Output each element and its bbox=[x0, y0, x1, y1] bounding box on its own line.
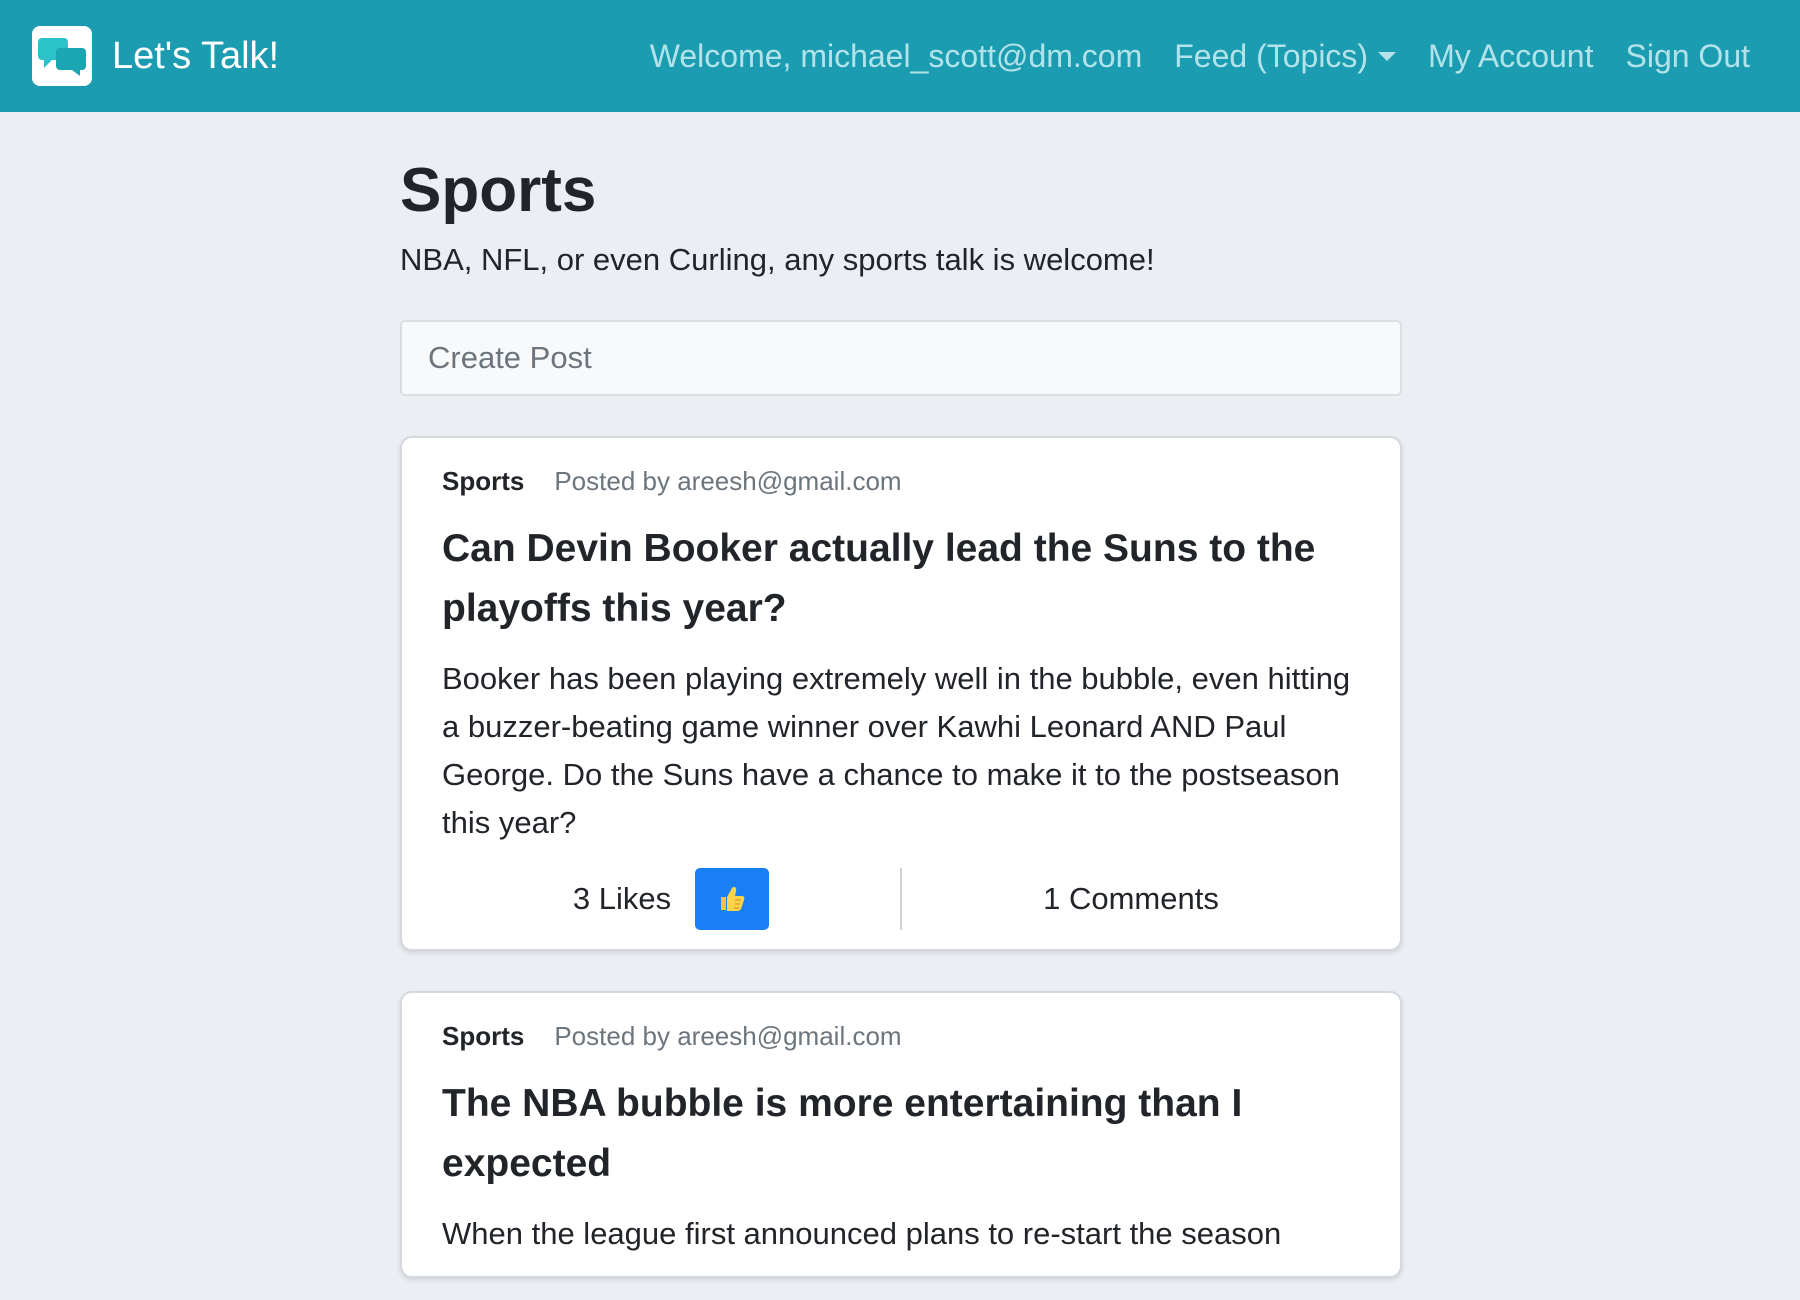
post-card[interactable]: Sports Posted by areesh@gmail.com Can De… bbox=[400, 436, 1402, 952]
create-post-input[interactable]: Create Post bbox=[400, 320, 1402, 397]
post-topic[interactable]: Sports bbox=[442, 466, 524, 497]
nav-links: Welcome, michael_scott@dm.com Feed (Topi… bbox=[650, 0, 1750, 112]
my-account-link[interactable]: My Account bbox=[1428, 38, 1593, 75]
post-topic[interactable]: Sports bbox=[442, 1021, 524, 1052]
post-meta: Sports Posted by areesh@gmail.com bbox=[442, 466, 1360, 497]
brand[interactable]: Let's Talk! bbox=[32, 26, 279, 86]
navbar: Let's Talk! Welcome, michael_scott@dm.co… bbox=[0, 0, 1800, 112]
post-title[interactable]: The NBA bubble is more entertaining than… bbox=[442, 1074, 1360, 1194]
main-content: Sports NBA, NFL, or even Curling, any sp… bbox=[400, 112, 1402, 1279]
post-author: Posted by areesh@gmail.com bbox=[554, 466, 902, 497]
thumbs-up-icon bbox=[721, 887, 745, 912]
feed-topics-dropdown[interactable]: Feed (Topics) bbox=[1174, 37, 1397, 75]
caret-down-icon bbox=[1378, 51, 1397, 61]
like-button[interactable] bbox=[695, 868, 770, 931]
post-author: Posted by areesh@gmail.com bbox=[554, 1021, 902, 1052]
page-title: Sports bbox=[400, 156, 597, 225]
chat-bubbles-icon bbox=[32, 26, 92, 86]
welcome-text: Welcome, michael_scott@dm.com bbox=[649, 37, 1143, 74]
feed-topics-label: Feed (Topics) bbox=[1174, 37, 1369, 74]
topic-description: NBA, NFL, or even Curling, any sports ta… bbox=[400, 242, 1155, 278]
brand-name: Let's Talk! bbox=[112, 34, 280, 77]
likes-count: 3 Likes bbox=[572, 881, 672, 917]
sign-out-link[interactable]: Sign Out bbox=[1625, 38, 1750, 75]
post-body: When the league first announced plans to… bbox=[442, 1216, 1282, 1252]
post-title[interactable]: Can Devin Booker actually lead the Suns … bbox=[442, 519, 1360, 639]
post-card[interactable]: Sports Posted by areesh@gmail.com The NB… bbox=[400, 991, 1402, 1279]
comments-link[interactable]: 1 Comments bbox=[902, 881, 1360, 917]
post-body: Booker has been playing extremely well i… bbox=[442, 661, 1351, 841]
likes-area: 3 Likes bbox=[442, 868, 900, 931]
post-meta: Sports Posted by areesh@gmail.com bbox=[442, 1021, 1360, 1052]
post-footer: 3 Likes 1 Comments bbox=[442, 867, 1360, 931]
